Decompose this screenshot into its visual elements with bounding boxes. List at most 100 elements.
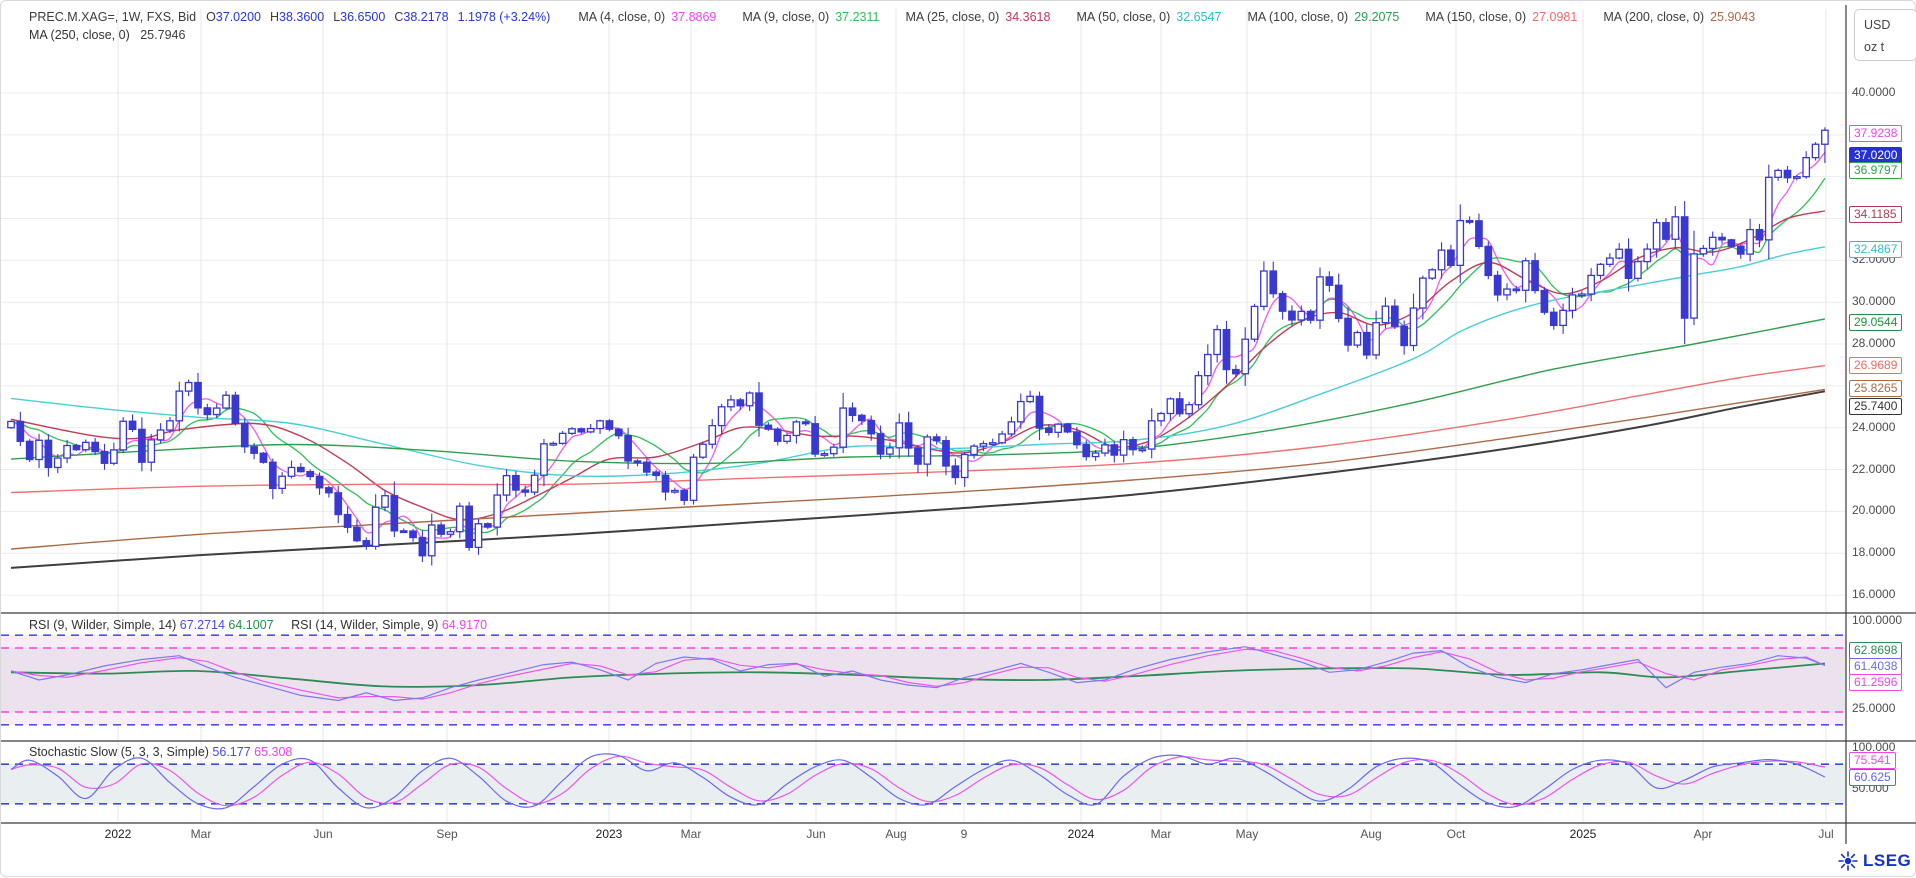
candle-body — [457, 506, 463, 532]
candle-body — [55, 458, 61, 467]
candle-body — [877, 434, 883, 454]
candle-body — [1111, 445, 1117, 455]
rsi-pane-header[interactable]: RSI (9, Wilder, Simple, 14) 67.2714 64.1… — [29, 618, 487, 632]
price-tag-25.7400[interactable]: 25.7400 — [1849, 398, 1902, 415]
candle-body — [1279, 294, 1285, 312]
candle-body — [513, 476, 519, 490]
candle-body — [429, 525, 435, 556]
rsi-value-3: 64.9170 — [442, 618, 487, 632]
stoch-k-value: 56.177 — [212, 745, 250, 759]
candle-body — [223, 395, 229, 408]
candle-body — [1803, 158, 1809, 177]
candle-body — [1541, 290, 1547, 312]
legend-row-2[interactable]: MA (250, close, 0) 25.7946 — [29, 28, 192, 42]
lseg-logo-text: LSEG — [1863, 851, 1911, 871]
candle-body — [157, 430, 163, 440]
rsi-study-label-2: RSI (14, Wilder, Simple, 9) — [291, 618, 438, 632]
price-tag-25.8265[interactable]: 25.8265 — [1849, 380, 1902, 397]
chart-widget: PREC.M.XAG=, 1W, FXS, BidO37.0200H38.360… — [0, 0, 1916, 877]
candle-body — [559, 433, 565, 443]
candle-body — [1317, 277, 1323, 320]
candle-body — [1064, 424, 1070, 432]
price-tag-61.2596[interactable]: 61.2596 — [1849, 674, 1902, 691]
ma-legend-value: 32.6547 — [1176, 10, 1221, 24]
candle-body — [905, 423, 911, 448]
candle-body — [503, 476, 509, 495]
candle-body — [1036, 396, 1042, 428]
candle-body — [316, 476, 322, 487]
candle-body — [447, 532, 453, 535]
candle-body — [363, 541, 369, 547]
legend-row-1[interactable]: PREC.M.XAG=, 1W, FXS, BidO37.0200H38.360… — [29, 10, 1781, 24]
stoch-study-label: Stochastic Slow (5, 3, 3, Simple) — [29, 745, 209, 759]
candle-body — [1747, 230, 1753, 254]
candle-body — [1822, 130, 1828, 144]
candle-body — [1120, 440, 1126, 455]
candle-body — [410, 531, 416, 537]
price-tag-60.625[interactable]: 60.625 — [1849, 769, 1896, 786]
stochastic-pane-header[interactable]: Stochastic Slow (5, 3, 3, Simple) 56.177… — [29, 745, 292, 759]
x-axis-label-Jul: Jul — [1818, 827, 1833, 841]
ma-legend-label: MA (100, close, 0) — [1247, 10, 1348, 24]
candle-body — [1523, 261, 1529, 290]
candle-body — [718, 407, 724, 426]
price-tag-62.8698[interactable]: 62.8698 — [1849, 642, 1902, 659]
rsi-inner-band — [1, 648, 1846, 712]
candle-body — [915, 448, 921, 464]
ohlc-c: C38.2178 — [394, 10, 455, 24]
candle-body — [8, 421, 14, 427]
rsi-axis-label: 25.0000 — [1852, 701, 1895, 715]
y-axis-label: 40.0000 — [1852, 85, 1895, 99]
candle-body — [896, 423, 902, 448]
candle-body — [634, 461, 640, 463]
price-tag-34.1185[interactable]: 34.1185 — [1849, 206, 1902, 223]
candle-body — [1326, 277, 1332, 285]
price-tag-75.541[interactable]: 75.541 — [1849, 752, 1896, 769]
x-axis-label-Apr: Apr — [1694, 827, 1713, 841]
y-axis-label: 22.0000 — [1852, 462, 1895, 476]
price-tag-26.9689[interactable]: 26.9689 — [1849, 357, 1902, 374]
candle-body — [616, 429, 622, 435]
candle-body — [1466, 221, 1472, 223]
candle-body — [784, 435, 790, 441]
candle-body — [690, 457, 696, 500]
candle-body — [372, 507, 378, 546]
price-tag-37.9238[interactable]: 37.9238 — [1849, 125, 1902, 142]
candle-body — [1663, 223, 1669, 240]
candle-body — [1055, 424, 1061, 432]
candle-body — [1083, 445, 1089, 457]
candle-body — [588, 429, 594, 432]
candle-body — [569, 429, 575, 434]
ma250-value: 25.7946 — [140, 28, 185, 42]
candle-body — [36, 440, 42, 459]
ma-legend-value: 27.0981 — [1532, 10, 1577, 24]
x-axis-label-Sep: Sep — [436, 827, 457, 841]
candle-body — [1766, 177, 1772, 240]
net-change: 1.1978 (+3.24%) — [458, 10, 551, 24]
candle-body — [821, 454, 827, 456]
x-axis-label-Aug: Aug — [1360, 827, 1381, 841]
candle-body — [793, 422, 799, 436]
candle-body — [167, 421, 173, 430]
lseg-logo[interactable]: LSEG — [1837, 850, 1911, 872]
candle-body — [419, 538, 425, 556]
candle-body — [1728, 240, 1734, 246]
candle-body — [1691, 254, 1697, 318]
x-axis-label-Mar: Mar — [681, 827, 702, 841]
price-tag-36.9797[interactable]: 36.9797 — [1849, 162, 1902, 179]
candle-body — [625, 436, 631, 461]
candle-body — [185, 383, 191, 392]
candle-body — [1177, 399, 1183, 414]
candle-body — [1382, 306, 1388, 323]
candle-body — [1392, 306, 1398, 326]
price-tag-29.0544[interactable]: 29.0544 — [1849, 314, 1902, 331]
candle-body — [1597, 264, 1603, 275]
price-tag-32.4867[interactable]: 32.4867 — [1849, 241, 1902, 258]
candle-body — [1205, 355, 1211, 376]
ma-legend-label: MA (200, close, 0) — [1603, 10, 1704, 24]
candle-body — [73, 446, 79, 450]
candle-body — [578, 429, 584, 432]
y-axis-label: 16.0000 — [1852, 587, 1895, 601]
candle-body — [1027, 396, 1033, 401]
price-tag-61.4038[interactable]: 61.4038 — [1849, 658, 1902, 675]
